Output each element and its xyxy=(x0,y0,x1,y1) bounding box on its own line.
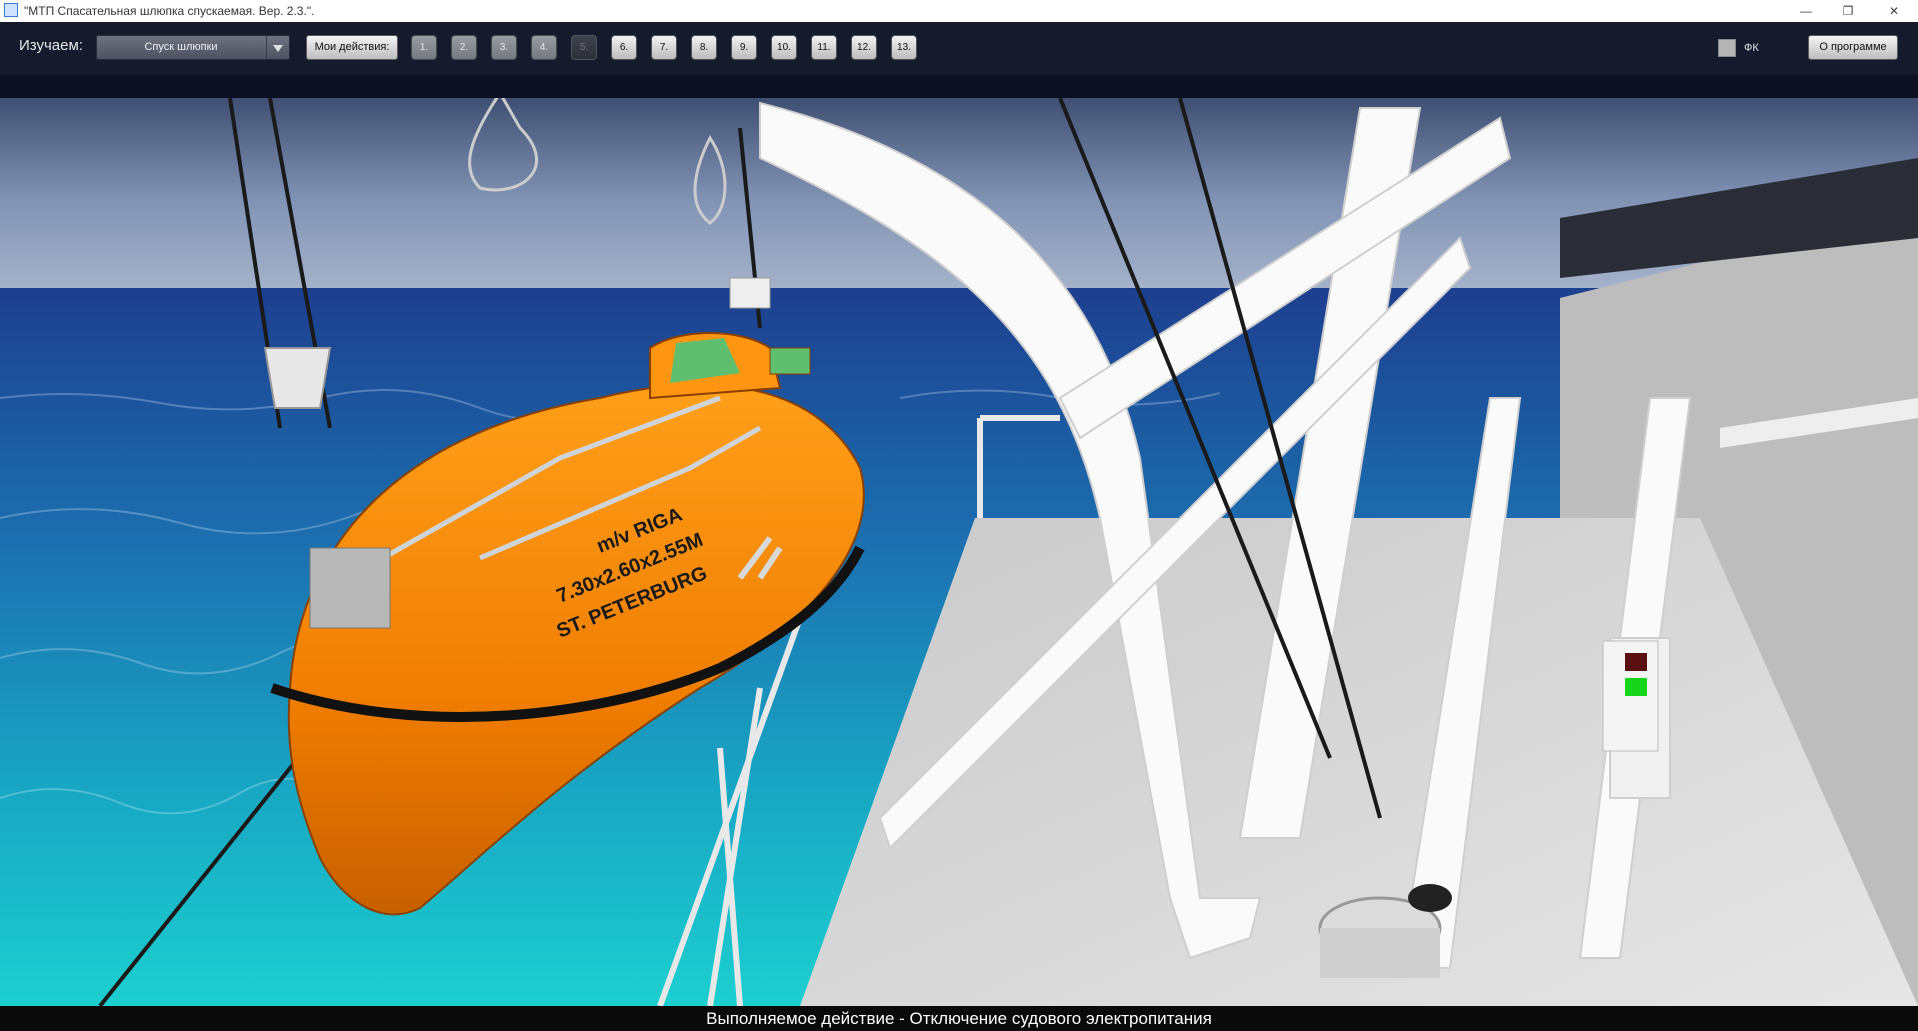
study-select[interactable]: Спуск шлюпки xyxy=(96,35,290,60)
minimize-icon[interactable]: — xyxy=(1786,2,1826,20)
control-box xyxy=(1602,640,1659,752)
fk-checkbox[interactable] xyxy=(1718,39,1736,57)
step-button-6[interactable]: 6. xyxy=(611,35,637,60)
toolbar: Изучаем: Спуск шлюпки Мои действия: 1. 2… xyxy=(0,22,1918,75)
step-button-3[interactable]: 3. xyxy=(491,35,517,60)
close-icon[interactable]: ✕ xyxy=(1874,2,1914,20)
step-button-1[interactable]: 1. xyxy=(411,35,437,60)
step-button-12[interactable]: 12. xyxy=(851,35,877,60)
chevron-down-icon[interactable] xyxy=(266,36,289,59)
step-button-13[interactable]: 13. xyxy=(891,35,917,60)
step-button-11[interactable]: 11. xyxy=(811,35,837,60)
status-text: Выполняемое действие - Отключение судово… xyxy=(706,1009,1212,1028)
step-button-10[interactable]: 10. xyxy=(771,35,797,60)
window-titlebar: "МТП Спасательная шлюпка спускаемая. Вер… xyxy=(0,0,1918,23)
step-button-8[interactable]: 8. xyxy=(691,35,717,60)
step-button-4[interactable]: 4. xyxy=(531,35,557,60)
step-button-7[interactable]: 7. xyxy=(651,35,677,60)
study-label: Изучаем: xyxy=(19,37,83,54)
step-button-5[interactable]: 5. xyxy=(571,35,597,60)
fk-label: ФК xyxy=(1744,42,1759,54)
toolbar-divider xyxy=(0,75,1918,98)
my-actions-button[interactable]: Мои действия: xyxy=(306,35,398,60)
scene-viewport[interactable]: m/v RIGA 7.30x2.60x2.55M ST. PETERBURG xyxy=(0,98,1918,1006)
study-select-value: Спуск шлюпки xyxy=(144,41,218,53)
status-bar: Выполняемое действие - Отключение судово… xyxy=(0,1006,1918,1031)
app-icon xyxy=(4,3,18,17)
window-title: "МТП Спасательная шлюпка спускаемая. Вер… xyxy=(24,4,315,18)
about-button[interactable]: О программе xyxy=(1808,35,1898,60)
maximize-icon[interactable]: ❐ xyxy=(1828,2,1868,20)
step-button-9[interactable]: 9. xyxy=(731,35,757,60)
scene-svg: m/v RIGA 7.30x2.60x2.55M ST. PETERBURG xyxy=(0,98,1918,1006)
step-button-2[interactable]: 2. xyxy=(451,35,477,60)
